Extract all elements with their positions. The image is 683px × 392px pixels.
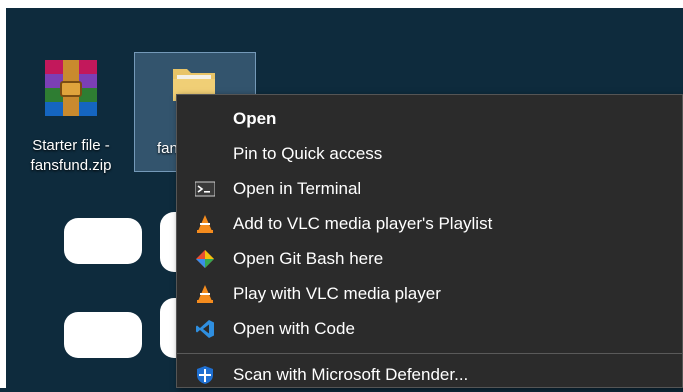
vlc-icon	[197, 285, 213, 303]
menu-item-label: Open in Terminal	[233, 178, 362, 198]
menu-item-pin-quick-access[interactable]: Pin to Quick access	[177, 136, 682, 171]
menu-item-open[interactable]: Open	[177, 101, 682, 136]
terminal-icon	[195, 181, 215, 197]
menu-item-add-vlc-playlist[interactable]: Add to VLC media player's Playlist	[177, 206, 682, 241]
wallpaper-shape	[64, 218, 142, 264]
menu-item-play-vlc[interactable]: Play with VLC media player	[177, 276, 682, 311]
menu-item-label: Scan with Microsoft Defender...	[233, 364, 469, 384]
menu-item-label: Play with VLC media player	[233, 283, 441, 303]
menu-item-label: Open with Code	[233, 318, 355, 338]
vlc-icon	[197, 215, 213, 233]
context-menu: Open Pin to Quick access Open in Termina…	[176, 94, 683, 388]
menu-item-label: Pin to Quick access	[233, 143, 383, 163]
menu-item-open-in-terminal[interactable]: Open in Terminal	[177, 171, 682, 206]
menu-item-label: Open	[233, 108, 277, 128]
window-frame-left	[0, 0, 6, 388]
menu-item-label: Add to VLC media player's Playlist	[233, 213, 493, 233]
window-frame-top	[0, 0, 683, 8]
defender-shield-icon	[197, 366, 213, 384]
menu-item-open-with-code[interactable]: Open with Code	[177, 311, 682, 346]
menu-item-scan-defender[interactable]: Scan with Microsoft Defender...	[177, 357, 682, 392]
desktop-icon-label: fan	[157, 140, 178, 157]
menu-item-label: Open Git Bash here	[233, 248, 384, 268]
desktop-icon-label-line2: fansfund.zip	[30, 157, 112, 174]
git-bash-icon	[196, 250, 214, 268]
vscode-icon	[196, 320, 214, 338]
menu-item-open-git-bash[interactable]: Open Git Bash here	[177, 241, 682, 276]
menu-separator	[177, 353, 682, 354]
desktop-icon-label-line1: Starter file -	[32, 137, 110, 154]
wallpaper-shape	[64, 312, 142, 358]
winrar-archive-icon	[45, 60, 97, 116]
desktop-icon-starter-file[interactable]: Starter file - fansfund.zip	[12, 56, 130, 176]
